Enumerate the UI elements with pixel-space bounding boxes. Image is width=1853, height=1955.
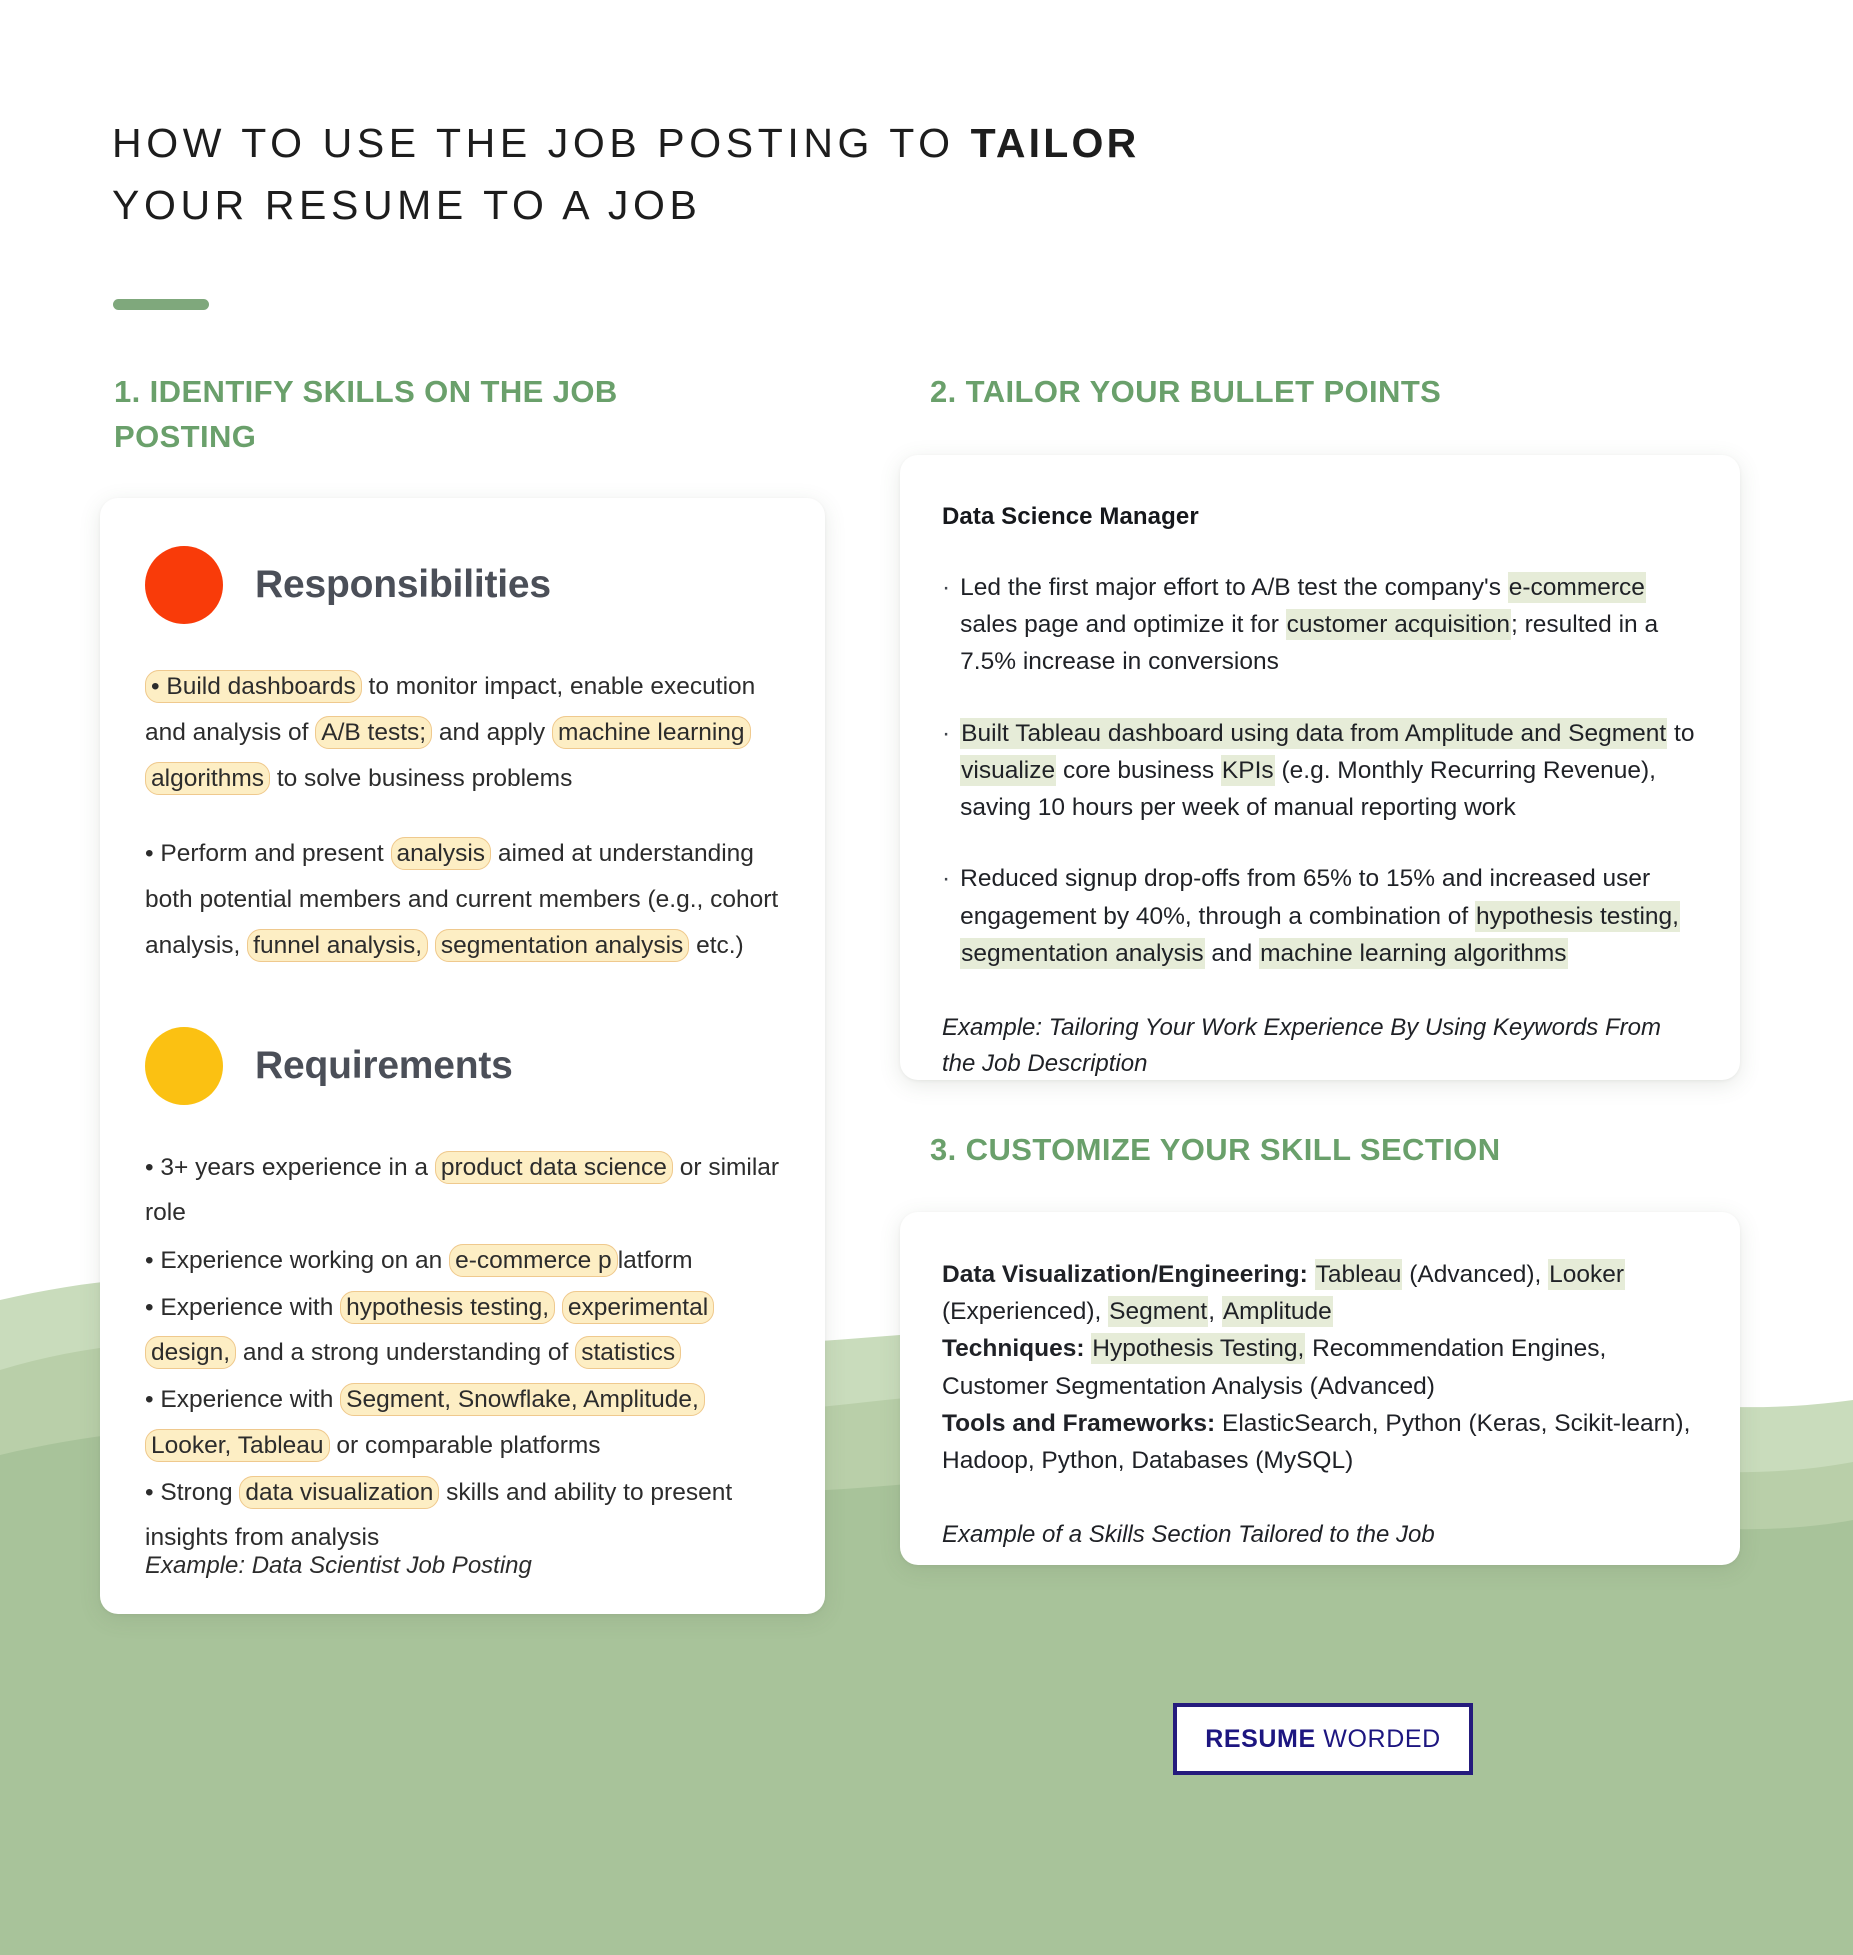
responsibilities-label: Responsibilities	[255, 563, 551, 606]
keyword-highlight: A/B tests;	[315, 715, 433, 749]
keyword-highlight: segmentation analysis	[960, 937, 1205, 969]
job-posting-bullet: • Experience working on an e-commerce pl…	[145, 1238, 780, 1283]
keyword-highlight: analysis	[390, 837, 492, 871]
job-posting-bullet: • Perform and present analysis aimed at …	[145, 831, 780, 968]
text-run: Techniques:	[942, 1335, 1085, 1363]
page-title-line-1-regular: HOW TO USE THE JOB POSTING TO	[112, 120, 971, 166]
keyword-highlight: hypothesis testing,	[1475, 900, 1680, 932]
keyword-highlight: Tableau	[1314, 1259, 1403, 1290]
job-posting-bullet: • Build dashboards to monitor impact, en…	[145, 664, 780, 801]
responsibilities-header: Responsibilities	[145, 546, 780, 624]
job-posting-card: Responsibilities • Build dashboards to m…	[100, 498, 825, 1614]
page-title-line-2: YOUR RESUME TO A JOB	[112, 182, 702, 229]
keyword-highlight: Built Tableau dashboard using data from …	[960, 717, 1668, 749]
resume-bullet: · Built Tableau dashboard using data from…	[942, 715, 1698, 827]
text-run: • 3+ years experience in a	[145, 1153, 435, 1181]
skills-section-card: Data Visualization/Engineering: Tableau …	[900, 1212, 1740, 1565]
keyword-highlight: statistics	[575, 1336, 682, 1370]
logo-text: RESUME WORDED	[1205, 1725, 1441, 1754]
resume-worded-logo[interactable]: RESUME WORDED	[1173, 1703, 1473, 1775]
text-run: or comparable platforms	[329, 1431, 601, 1459]
requirements-label: Requirements	[255, 1043, 513, 1087]
logo-bold-word: RESUME	[1205, 1724, 1316, 1753]
resume-bullet-text: Built Tableau dashboard using data from …	[960, 715, 1698, 827]
keyword-highlight: Segment	[1108, 1296, 1209, 1328]
job-posting-bullet: • Strong data visualization skills and a…	[145, 1470, 780, 1561]
keyword-highlight: • Build dashboards	[145, 670, 362, 703]
text-run: Data Visualization/Engineering:	[942, 1261, 1308, 1288]
responsibilities-bullets: • Build dashboards to monitor impact, en…	[145, 664, 780, 969]
resume-bullet-text: Reduced signup drop-offs from 65% to 15%…	[960, 860, 1698, 972]
text-run: sales page and optimize it for	[960, 611, 1286, 639]
keyword-highlight: e-commerce p	[449, 1243, 618, 1277]
requirements-dot-icon	[145, 1026, 223, 1105]
keyword-highlight: customer acquisition	[1285, 609, 1511, 641]
keyword-highlight: data visualization	[239, 1476, 440, 1510]
accent-bar	[113, 299, 209, 310]
skills-lines: Data Visualization/Engineering: Tableau …	[942, 1256, 1698, 1479]
page-title: HOW TO USE THE JOB POSTING TO TAILOR YOU…	[112, 112, 1362, 237]
keyword-highlight: visualize	[960, 754, 1057, 786]
keyword-highlight: funnel analysis,	[247, 929, 429, 963]
resume-job-title: Data Science Manager	[942, 503, 1199, 530]
text-run	[1308, 1261, 1315, 1288]
text-run: to solve business problems	[270, 764, 573, 792]
text-run: core business	[1056, 756, 1221, 784]
job-posting-example-note: Example: Data Scientist Job Posting	[145, 1552, 532, 1579]
job-posting-bullet: • Experience with hypothesis testing, ex…	[145, 1285, 780, 1376]
text-run: and apply	[432, 718, 552, 746]
requirements-header: Requirements	[145, 1026, 780, 1105]
keyword-highlight: e-commerce	[1507, 572, 1646, 603]
resume-bullet-text: Led the first major effort to A/B test t…	[960, 569, 1698, 681]
text-run: to	[1667, 719, 1695, 747]
text-run: (Experienced),	[942, 1298, 1109, 1326]
text-run: • Experience with	[145, 1386, 341, 1414]
text-run: Tools and Frameworks:	[942, 1409, 1216, 1437]
text-run: • Experience working on an	[145, 1246, 450, 1274]
text-run: • Experience with	[145, 1293, 341, 1321]
text-run: • Perform and present	[145, 840, 391, 868]
infographic-page: HOW TO USE THE JOB POSTING TO TAILOR YOU…	[0, 0, 1853, 1955]
keyword-highlight: product data science	[434, 1150, 673, 1184]
tailored-bullet-list: · Led the first major effort to A/B test …	[942, 569, 1698, 972]
skill-line: Tools and Frameworks: ElasticSearch, Pyt…	[942, 1405, 1698, 1479]
skills-example-note: Example of a Skills Section Tailored to …	[942, 1521, 1435, 1549]
keyword-highlight: hypothesis testing,	[340, 1290, 556, 1324]
text-run: and	[1204, 939, 1260, 967]
text-run	[428, 932, 435, 959]
skill-line: Techniques: Hypothesis Testing, Recommen…	[942, 1330, 1698, 1404]
job-posting-bullet: • 3+ years experience in a product data …	[145, 1145, 780, 1236]
text-run	[555, 1294, 562, 1321]
logo-light-word: WORDED	[1315, 1724, 1441, 1753]
bullet-marker-icon: ·	[942, 865, 951, 893]
text-run: ,	[1208, 1298, 1222, 1326]
text-run: latform	[617, 1246, 693, 1274]
keyword-highlight: machine learning algorithms	[1259, 937, 1568, 969]
section-1-heading: 1. IDENTIFY SKILLS ON THE JOB POSTING	[114, 374, 618, 454]
text-run: and a strong understanding of	[236, 1339, 576, 1367]
text-run: (Advanced),	[1402, 1261, 1549, 1288]
job-posting-bullet: • Experience with Segment, Snowflake, Am…	[145, 1377, 780, 1468]
page-title-line-1: HOW TO USE THE JOB POSTING TO TAILOR	[112, 112, 1362, 174]
requirements-bullets: • 3+ years experience in a product data …	[145, 1145, 780, 1561]
resume-bullet: · Led the first major effort to A/B test …	[942, 569, 1698, 681]
keyword-highlight: segmentation analysis	[434, 929, 690, 963]
page-title-line-1-bold: TAILOR	[970, 120, 1140, 166]
bullet-marker-icon: ·	[942, 719, 951, 747]
text-run: etc.)	[689, 932, 744, 960]
keyword-highlight: Hypothesis Testing,	[1091, 1333, 1306, 1365]
text-run: Led the first major effort to A/B test t…	[960, 574, 1508, 601]
bullet-marker-icon: ·	[942, 574, 951, 601]
responsibilities-dot-icon	[145, 546, 223, 624]
tailored-bullets-example-note: Example: Tailoring Your Work Experience …	[942, 1014, 1661, 1078]
section-3-heading: 3. CUSTOMIZE YOUR SKILL SECTION	[930, 1132, 1501, 1167]
resume-bullet: · Reduced signup drop-offs from 65% to 15…	[942, 860, 1698, 972]
text-run: • Strong	[145, 1479, 240, 1507]
keyword-highlight: Amplitude	[1221, 1296, 1333, 1328]
keyword-highlight: Looker	[1548, 1259, 1626, 1290]
tailored-bullets-card: Data Science Manager · Led the first majo…	[900, 455, 1740, 1080]
keyword-highlight: KPIs	[1220, 754, 1275, 786]
section-2-heading: 2. TAILOR YOUR BULLET POINTS	[930, 374, 1442, 409]
skill-line: Data Visualization/Engineering: Tableau …	[942, 1256, 1698, 1330]
